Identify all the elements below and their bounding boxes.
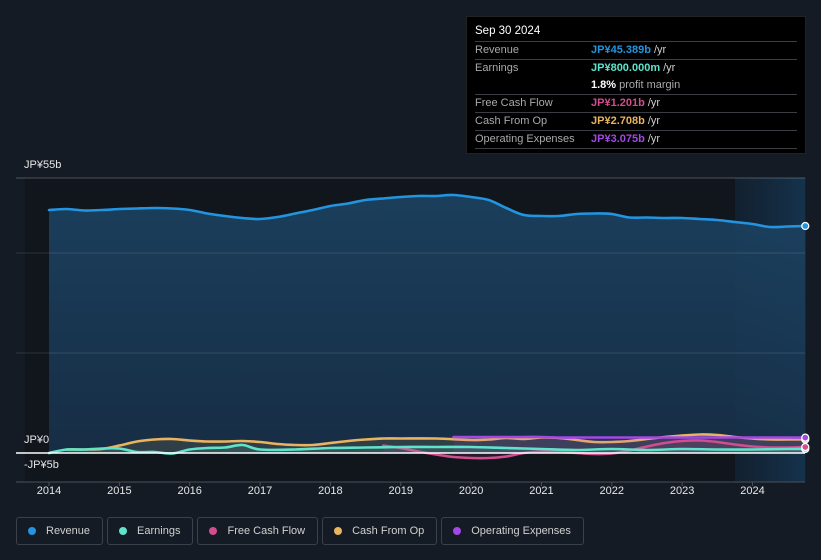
x-tick-label: 2014 [36,485,62,497]
legend-item-operating-expenses[interactable]: Operating Expenses [441,517,584,545]
legend-dot-icon [28,527,36,535]
y-tick-label-55: JP¥55b [24,159,62,171]
tooltip-row-earnings: Earnings JP¥800.000m /yr [475,59,797,77]
tooltip-value: JP¥2.708b [591,115,645,127]
tooltip-row-cash-from-op: Cash From Op JP¥2.708b /yr [475,112,797,130]
legend-dot-icon [334,527,343,535]
tooltip-panel: Sep 30 2024 Revenue JP¥45.389b /yr Earni… [466,16,806,154]
free-cash-flow-end-marker [801,442,810,452]
tooltip-label: Cash From Op [475,115,548,127]
tooltip-label: Revenue [475,44,520,56]
tooltip-row-profit-margin: 1.8% profit margin [475,77,797,94]
tooltip-unit: /yr [647,115,661,127]
tooltip-value: JP¥45.389b [591,44,651,56]
x-tick-label: 2023 [669,485,695,497]
tooltip-row-revenue: Revenue JP¥45.389b /yr [475,41,797,59]
x-tick-label: 2015 [107,485,132,497]
legend-dot-icon [119,527,128,535]
tooltip-label: Operating Expenses [475,133,575,145]
operating-expenses-end-marker [801,433,810,442]
profit-margin-label: profit margin [619,79,681,91]
chart-legend: Revenue Earnings Free Cash Flow Cash Fro… [16,517,584,545]
tooltip-label: Earnings [475,62,519,74]
x-tick-label: 2021 [529,485,554,497]
legend-dot-icon [209,527,218,535]
legend-label: Revenue [46,525,91,537]
legend-item-free-cash-flow[interactable]: Free Cash Flow [197,517,319,545]
legend-dot-icon [453,527,462,535]
x-tick-label: 2017 [247,485,273,497]
legend-label: Earnings [137,525,181,537]
revenue-end-marker [801,221,810,231]
tooltip-unit: /yr [647,133,661,145]
tooltip-value: JP¥1.201b [591,97,645,109]
tooltip-row-operating-expenses: Operating Expenses JP¥3.075b /yr [475,130,797,149]
x-tick-label: 2019 [388,485,413,497]
tooltip-unit: /yr [663,62,676,74]
x-tick-label: 2016 [177,485,202,497]
x-tick-label: 2022 [599,485,625,497]
x-tick-label: 2020 [458,485,484,497]
tooltip-unit: /yr [647,97,661,109]
legend-label: Free Cash Flow [227,525,306,537]
tooltip-value: JP¥3.075b [591,133,645,145]
y-tick-label-0: JP¥0 [24,434,50,446]
operating-expenses-line [452,435,807,439]
tooltip-label: Free Cash Flow [475,97,553,109]
profit-margin-value: 1.8% [591,79,617,91]
legend-label: Cash From Op [352,525,425,537]
tooltip-unit: /yr [653,44,667,56]
legend-item-revenue[interactable]: Revenue [16,517,104,545]
legend-item-earnings[interactable]: Earnings [107,517,194,545]
x-tick-label: 2024 [740,485,765,497]
tooltip-value: JP¥800.000m [591,62,661,74]
tooltip-date: Sep 30 2024 [475,25,541,37]
tooltip-row-free-cash-flow: Free Cash Flow JP¥1.201b /yr [475,94,797,112]
legend-label: Operating Expenses [471,525,571,537]
legend-item-cash-from-op[interactable]: Cash From Op [322,517,438,545]
revenue-area [49,194,806,454]
y-tick-label-neg5: -JP¥5b [24,459,59,471]
x-tick-label: 2018 [318,485,343,497]
